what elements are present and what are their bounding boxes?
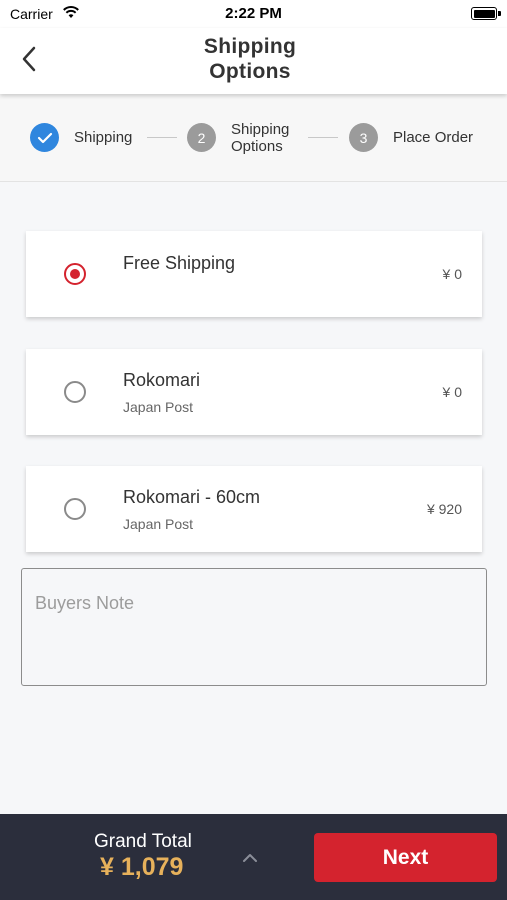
page-title-line1: Shipping (203, 35, 297, 58)
option-price: ¥ 0 (442, 384, 462, 400)
next-button[interactable]: Next (314, 833, 497, 882)
radio-unselected[interactable] (64, 381, 86, 403)
chevron-left-icon (22, 46, 36, 72)
shipping-option-rokomari[interactable]: Rokomari Japan Post ¥ 0 (26, 349, 482, 435)
page-title: Shipping Options (150, 34, 350, 84)
shipping-option-rokomari-60cm[interactable]: Rokomari - 60cm Japan Post ¥ 920 (26, 466, 482, 552)
nav-header: Shipping Options (0, 28, 507, 94)
option-price: ¥ 920 (426, 501, 462, 517)
page-title-line2: Options (209, 60, 291, 83)
option-carrier: Japan Post (123, 516, 194, 532)
step-1-check-icon (30, 123, 59, 152)
option-name: Rokomari (123, 370, 201, 390)
expand-total-button[interactable] (238, 848, 262, 868)
step-2-label-line1: Shipping (231, 121, 290, 138)
radio-selected[interactable] (64, 263, 86, 285)
option-name: Free Shipping (123, 253, 236, 273)
step-2-number: 2 (187, 123, 216, 152)
battery-tip (498, 11, 501, 16)
option-carrier: Japan Post (123, 399, 194, 415)
buyers-note-input[interactable] (21, 568, 487, 686)
grand-total-label: Grand Total (94, 831, 192, 852)
step-connector-2 (308, 137, 338, 138)
step-2-label: Shipping Options (231, 121, 289, 155)
step-2-label-line2: Options (231, 138, 283, 155)
shipping-option-free-shipping[interactable]: Free Shipping ¥ 0 (26, 231, 482, 317)
battery-icon (471, 7, 497, 20)
status-time: 2:22 PM (225, 5, 282, 22)
option-name: Rokomari - 60cm (123, 487, 261, 507)
checkout-stepper: Shipping 2 Shipping Options 3 Place Orde… (0, 94, 507, 182)
chevron-up-icon (243, 854, 257, 862)
status-bar: Carrier 2:22 PM (0, 0, 507, 28)
step-connector-1 (147, 137, 177, 138)
radio-unselected[interactable] (64, 498, 86, 520)
step-3-number: 3 (349, 123, 378, 152)
step-3-label: Place Order (393, 129, 474, 146)
back-button[interactable] (12, 42, 46, 76)
option-price: ¥ 0 (442, 266, 462, 282)
checkout-footer: Grand Total ¥ 1,079 Next (0, 814, 507, 900)
step-1-label: Shipping (74, 129, 133, 146)
grand-total-value: ¥ 1,079 (100, 853, 184, 881)
